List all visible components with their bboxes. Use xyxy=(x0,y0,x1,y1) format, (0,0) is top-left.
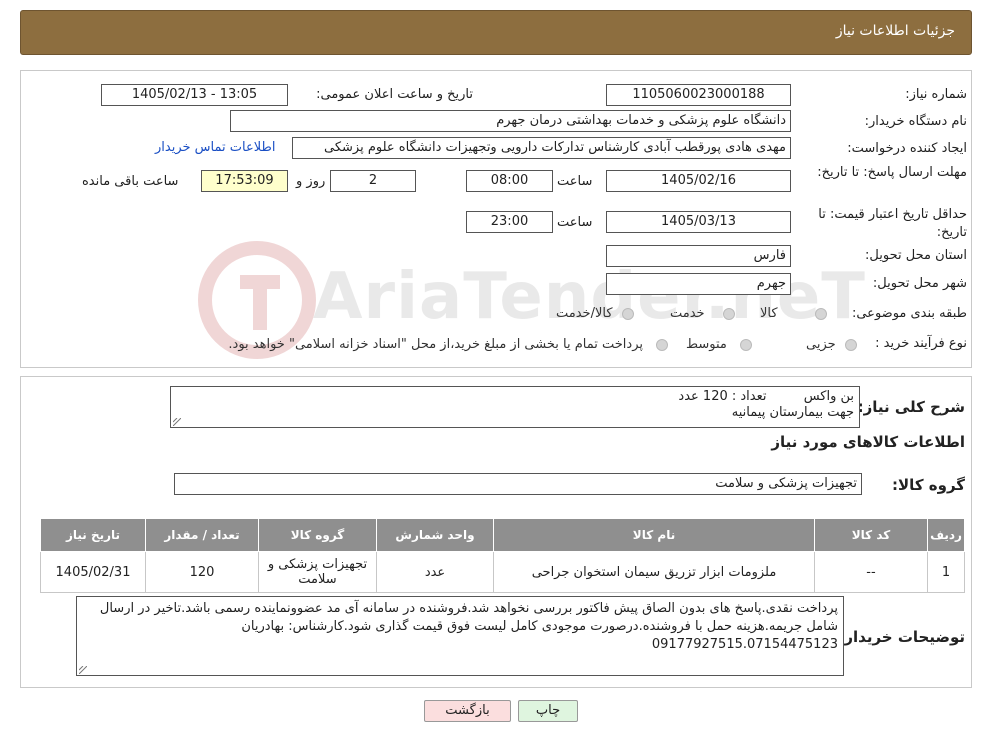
page-title: جزئیات اطلاعات نیاز xyxy=(835,23,955,39)
col-header-unit: واحد شمارش xyxy=(376,518,494,552)
resize-handle-icon[interactable] xyxy=(173,418,181,426)
category-radio-service[interactable] xyxy=(723,308,735,320)
col-header-row: ردیف xyxy=(927,518,965,552)
category-radio-goods[interactable] xyxy=(815,308,827,320)
days-label: روز و xyxy=(296,174,326,189)
treasury-checkbox[interactable] xyxy=(656,339,668,351)
city-field: جهرم xyxy=(606,273,791,295)
province-label: استان محل تحویل: xyxy=(865,248,967,263)
col-header-group: گروه کالا xyxy=(258,518,377,552)
summary-line-2: جهت بیمارستان پیمانیه xyxy=(731,405,854,420)
buyer-notes-label: توضیحات خریدار: xyxy=(838,628,965,646)
summary-textarea: بن واکس تعداد : 120 عدد جهت بیمارستان پی… xyxy=(170,386,860,428)
deadline-time-label: ساعت xyxy=(557,174,593,189)
city-label: شهر محل تحویل: xyxy=(872,276,967,291)
buyer-notes-textarea: پرداخت نقدی.پاسخ های بدون الصاق پیش فاکت… xyxy=(76,596,844,676)
col-header-name: نام کالا xyxy=(493,518,815,552)
remaining-days-field: 2 xyxy=(330,170,416,192)
resize-handle-icon[interactable] xyxy=(79,666,87,674)
category-radio-goods-service[interactable] xyxy=(622,308,634,320)
goods-table: ردیف کد کالا نام کالا واحد شمارش گروه کا… xyxy=(40,518,965,593)
validity-date-field: 1405/03/13 xyxy=(606,211,791,233)
buyer-contact-link[interactable]: اطلاعات تماس خریدار xyxy=(155,140,275,155)
table-row: 1 -- ملزومات ابزار تزریق سیمان استخوان ج… xyxy=(40,551,965,593)
col-header-date: تاریخ نیاز xyxy=(40,518,146,552)
cell-date: 1405/02/31 xyxy=(40,551,146,593)
need-number-label: شماره نیاز: xyxy=(905,87,967,102)
process-radio-medium[interactable] xyxy=(740,339,752,351)
back-button[interactable]: بازگشت xyxy=(424,700,511,722)
buyer-notes-text: پرداخت نقدی.پاسخ های بدون الصاق پیش فاکت… xyxy=(99,601,838,652)
goods-group-field: تجهیزات پزشکی و سلامت xyxy=(174,473,862,495)
deadline-time-field: 08:00 xyxy=(466,170,553,192)
category-option-goods-service: کالا/خدمت xyxy=(556,306,613,321)
col-header-qty: تعداد / مقدار xyxy=(145,518,259,552)
process-radio-minor[interactable] xyxy=(845,339,857,351)
cell-group: تجهیزات پزشکی و سلامت xyxy=(258,551,377,593)
validity-time-label: ساعت xyxy=(557,215,593,230)
remaining-time-field: 17:53:09 xyxy=(201,170,288,192)
category-option-goods: کالا xyxy=(760,306,778,321)
category-label: طبقه بندی موضوعی: xyxy=(851,306,967,321)
deadline-label: مهلت ارسال پاسخ: تا تاریخ: xyxy=(817,165,967,180)
remaining-label: ساعت باقی مانده xyxy=(82,174,179,189)
process-option-medium: متوسط xyxy=(686,337,727,352)
cell-unit: عدد xyxy=(376,551,494,593)
goods-section-title: اطلاعات کالاهای مورد نیاز xyxy=(771,433,965,451)
announce-field: 1405/02/13 - 13:05 xyxy=(101,84,288,106)
cell-code: -- xyxy=(814,551,928,593)
process-note: پرداخت تمام یا بخشی از مبلغ خرید،از محل … xyxy=(228,337,643,352)
print-button[interactable]: چاپ xyxy=(518,700,578,722)
goods-table-header-row: ردیف کد کالا نام کالا واحد شمارش گروه کا… xyxy=(40,518,965,552)
goods-group-label: گروه کالا: xyxy=(892,476,965,494)
validity-time-field: 23:00 xyxy=(466,211,553,233)
announce-label: تاریخ و ساعت اعلان عمومی: xyxy=(316,87,473,102)
buyer-org-label: نام دستگاه خریدار: xyxy=(864,114,967,129)
validity-label: حداقل تاریخ اعتبار قیمت: تا تاریخ: xyxy=(818,207,967,240)
cell-name: ملزومات ابزار تزریق سیمان استخوان جراحی xyxy=(493,551,815,593)
page-title-bar: جزئیات اطلاعات نیاز xyxy=(20,10,972,55)
process-option-minor: جزیی xyxy=(806,337,836,352)
summary-label: شرح کلی نیاز: xyxy=(857,398,965,416)
col-header-code: کد کالا xyxy=(814,518,928,552)
process-label: نوع فرآیند خرید : xyxy=(875,336,967,351)
cell-qty: 120 xyxy=(145,551,259,593)
category-option-service: خدمت xyxy=(670,306,705,321)
summary-line-1: بن واکس تعداد : 120 عدد xyxy=(678,389,854,404)
province-field: فارس xyxy=(606,245,791,267)
need-number-field: 1105060023000188 xyxy=(606,84,791,106)
deadline-date-field: 1405/02/16 xyxy=(606,170,791,192)
buyer-org-field: دانشگاه علوم پزشکی و خدمات بهداشتی درمان… xyxy=(230,110,791,132)
creator-field: مهدی هادی پورقطب آبادی کارشناس تدارکات د… xyxy=(292,137,791,159)
cell-row: 1 xyxy=(927,551,965,593)
creator-label: ایجاد کننده درخواست: xyxy=(847,141,967,156)
